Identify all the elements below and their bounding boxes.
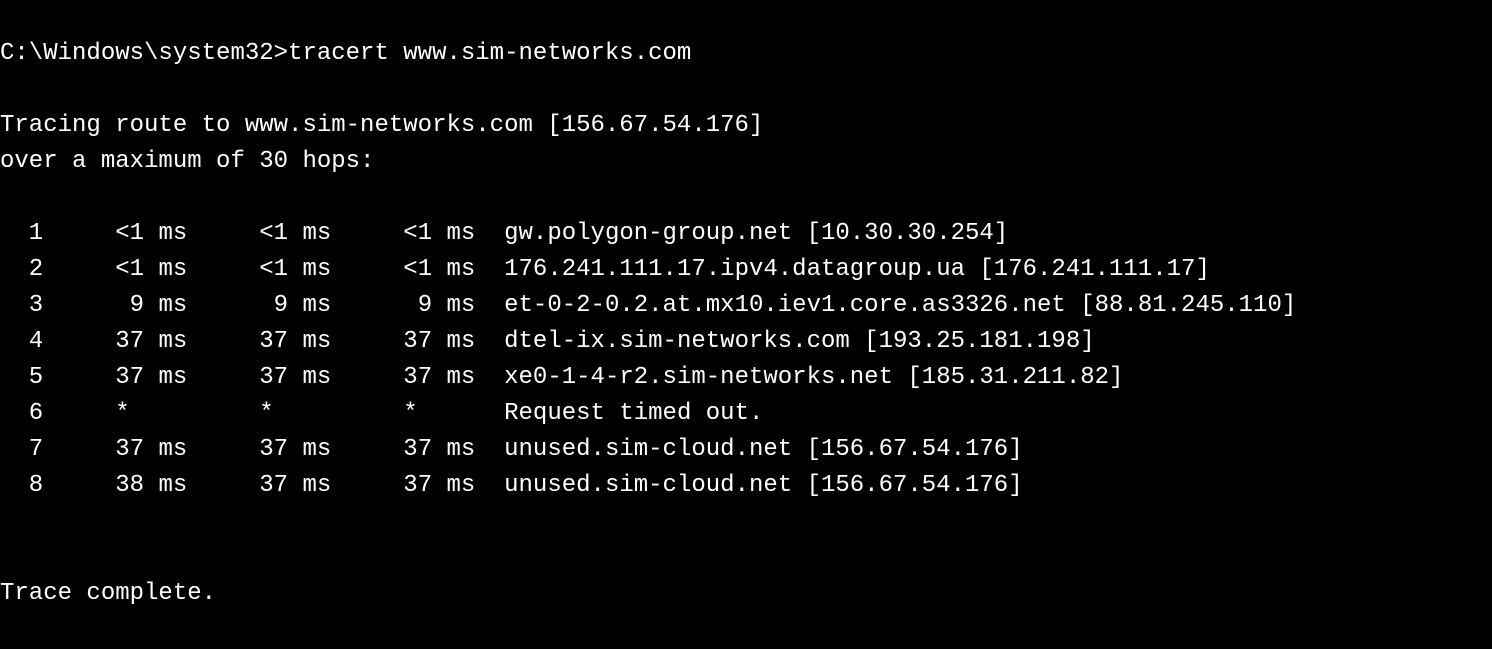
hop-time-2: 37 ms xyxy=(187,436,331,463)
hop-row: 1 <1 ms <1 ms <1 ms gw.polygon-group.net… xyxy=(0,220,1008,247)
command-text: tracert www.sim-networks.com xyxy=(288,40,691,67)
hop-host: et-0-2-0.2.at.mx10.iev1.core.as3326.net … xyxy=(504,292,1296,319)
hop-time-3: 37 ms xyxy=(331,328,475,355)
hop-time-2: 37 ms xyxy=(187,328,331,355)
blank-line xyxy=(0,76,14,103)
blank-line xyxy=(0,4,14,31)
hop-host: Request timed out. xyxy=(504,400,763,427)
hop-time-3: <1 ms xyxy=(331,220,475,247)
hop-row: 4 37 ms 37 ms 37 ms dtel-ix.sim-networks… xyxy=(0,328,1095,355)
hop-time-2: 37 ms xyxy=(187,364,331,391)
tracing-header-2: over a maximum of 30 hops: xyxy=(0,148,374,175)
blank-line xyxy=(0,544,14,571)
hop-number: 3 xyxy=(0,292,43,319)
hop-time-1: 37 ms xyxy=(43,364,187,391)
hop-host: xe0-1-4-r2.sim-networks.net [185.31.211.… xyxy=(504,364,1123,391)
hop-number: 1 xyxy=(0,220,43,247)
hop-host: gw.polygon-group.net [10.30.30.254] xyxy=(504,220,1008,247)
hop-time-2: 9 ms xyxy=(187,292,331,319)
hop-time-3: * xyxy=(331,400,475,427)
hop-time-2: <1 ms xyxy=(187,256,331,283)
hop-row: 5 37 ms 37 ms 37 ms xe0-1-4-r2.sim-netwo… xyxy=(0,364,1123,391)
hop-time-2: * xyxy=(187,400,331,427)
trace-complete: Trace complete. xyxy=(0,580,216,607)
tracing-header-1: Tracing route to www.sim-networks.com [1… xyxy=(0,112,763,139)
hops-list: 1 <1 ms <1 ms <1 ms gw.polygon-group.net… xyxy=(0,216,1492,504)
hop-time-1: 9 ms xyxy=(43,292,187,319)
blank-line xyxy=(0,184,14,211)
blank-line xyxy=(0,616,14,643)
hop-row: 3 9 ms 9 ms 9 ms et-0-2-0.2.at.mx10.iev1… xyxy=(0,292,1296,319)
hop-row: 2 <1 ms <1 ms <1 ms 176.241.111.17.ipv4.… xyxy=(0,256,1210,283)
hop-host: 176.241.111.17.ipv4.datagroup.ua [176.24… xyxy=(504,256,1210,283)
hop-time-1: 37 ms xyxy=(43,328,187,355)
hop-row: 8 38 ms 37 ms 37 ms unused.sim-cloud.net… xyxy=(0,472,1023,499)
hop-row: 7 37 ms 37 ms 37 ms unused.sim-cloud.net… xyxy=(0,436,1023,463)
hop-time-1: * xyxy=(43,400,187,427)
hop-host: dtel-ix.sim-networks.com [193.25.181.198… xyxy=(504,328,1095,355)
hop-number: 6 xyxy=(0,400,43,427)
hop-host: unused.sim-cloud.net [156.67.54.176] xyxy=(504,472,1022,499)
hop-number: 4 xyxy=(0,328,43,355)
hop-time-1: <1 ms xyxy=(43,256,187,283)
hop-row: 6 * * * Request timed out. xyxy=(0,400,763,427)
hop-number: 2 xyxy=(0,256,43,283)
prompt-path: C:\Windows\system32> xyxy=(0,40,288,67)
hop-time-3: 9 ms xyxy=(331,292,475,319)
hop-number: 7 xyxy=(0,436,43,463)
hop-host: unused.sim-cloud.net [156.67.54.176] xyxy=(504,436,1022,463)
hop-number: 8 xyxy=(0,472,43,499)
hop-time-1: <1 ms xyxy=(43,220,187,247)
hop-number: 5 xyxy=(0,364,43,391)
terminal-output[interactable]: C:\Windows\system32>tracert www.sim-netw… xyxy=(0,0,1492,649)
hop-time-2: 37 ms xyxy=(187,472,331,499)
hop-time-3: <1 ms xyxy=(331,256,475,283)
prompt-line: C:\Windows\system32>tracert www.sim-netw… xyxy=(0,40,691,67)
hop-time-3: 37 ms xyxy=(331,436,475,463)
hop-time-3: 37 ms xyxy=(331,472,475,499)
hop-time-3: 37 ms xyxy=(331,364,475,391)
hop-time-1: 38 ms xyxy=(43,472,187,499)
hop-time-1: 37 ms xyxy=(43,436,187,463)
hop-time-2: <1 ms xyxy=(187,220,331,247)
